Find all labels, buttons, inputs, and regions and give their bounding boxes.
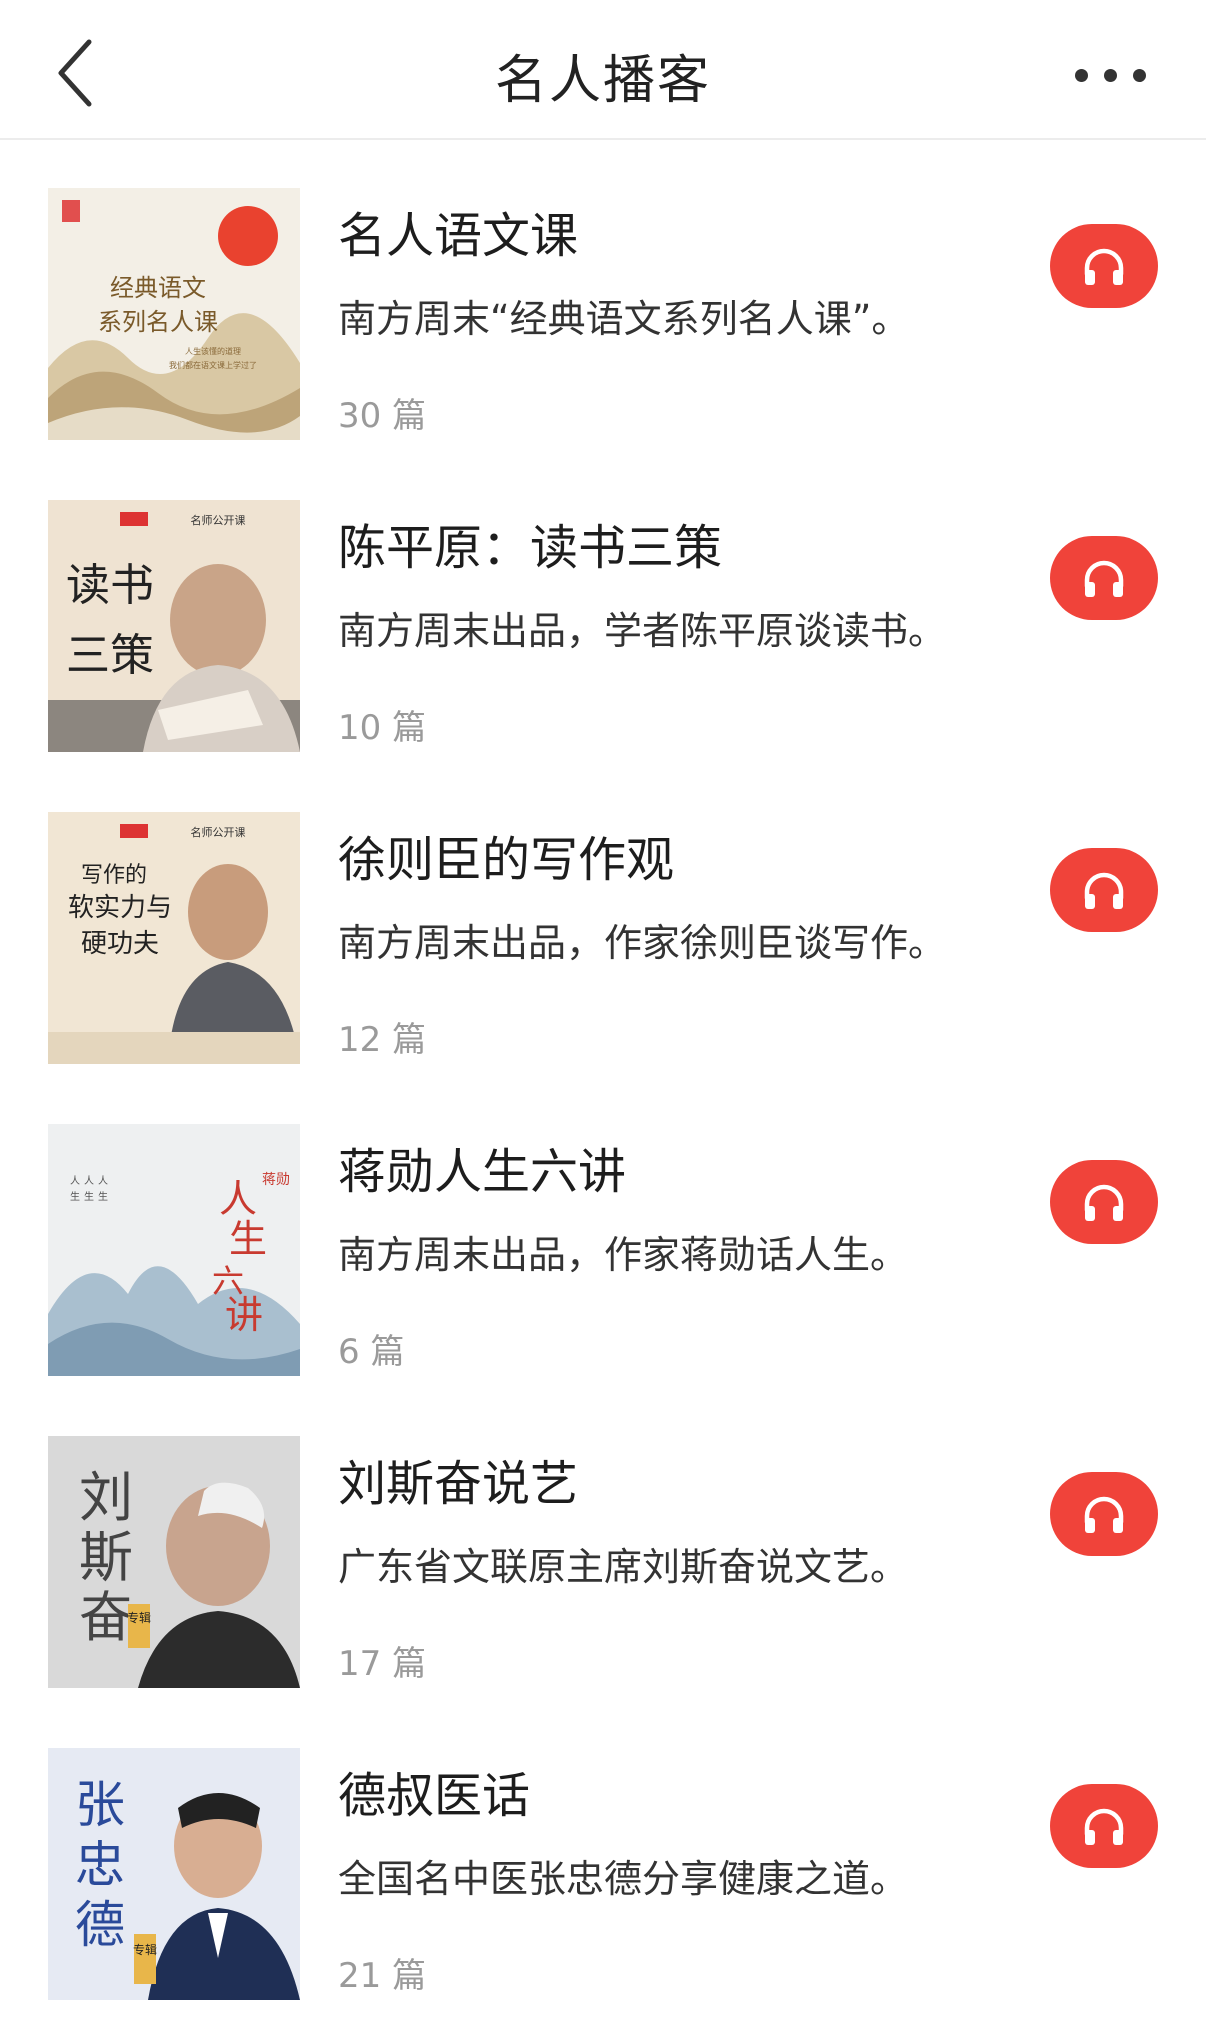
podcast-title[interactable]: 德叔医话 <box>338 1756 530 1826</box>
listen-button[interactable] <box>1050 536 1158 620</box>
podcast-episode-count: 30 篇 <box>338 396 427 436</box>
podcast-description: 全国名中医张忠德分享健康之道。 <box>338 1857 909 1901</box>
headphones-icon <box>1084 1808 1124 1845</box>
cover-title-line: 刘 <box>79 1466 133 1529</box>
podcast-cover-image[interactable]: 人人人 生生生 人 生 六 讲 蒋勋 <box>48 1124 300 1376</box>
cover-tag: 蒋勋 <box>262 1172 290 1188</box>
cover-title-line: 张 <box>75 1776 125 1834</box>
svg-text:人: 人 <box>84 1175 94 1187</box>
podcast-episode-count: 10 篇 <box>338 708 427 748</box>
headphones-icon <box>1084 1496 1124 1533</box>
podcast-description: 南方周末“经典语文系列名人课”。 <box>338 297 910 341</box>
cover-title-line: 系列名人课 <box>98 308 218 336</box>
podcast-cover-image[interactable]: 刘 斯 奋 专辑 <box>48 1436 300 1688</box>
podcast-title[interactable]: 陈平原：读书三策 <box>338 508 722 578</box>
podcast-title[interactable]: 徐则臣的写作观 <box>338 820 674 890</box>
cover-title-line: 奋 <box>79 1586 133 1649</box>
svg-text:生: 生 <box>98 1190 108 1203</box>
svg-text:人: 人 <box>70 1175 80 1187</box>
cover-tag: 名师公开课 <box>191 825 246 839</box>
cover-title-line: 读书 <box>66 560 154 611</box>
podcast-cover-image[interactable]: 名师公开课 写作的 软实力与 硬功夫 <box>48 812 300 1064</box>
podcast-item[interactable]: 名师公开课 读书 三策 陈平原：读书三策 南方周末出品，学者陈平原谈读书。 10… <box>0 452 1206 764</box>
podcast-item[interactable]: 名师公开课 写作的 软实力与 硬功夫 徐则臣的写作观 南方周末出品，作家徐则臣谈… <box>0 764 1206 1076</box>
cover-subtitle-line: 人生该懂的道理 <box>185 346 241 356</box>
listen-button[interactable] <box>1050 1784 1158 1868</box>
podcast-title[interactable]: 刘斯奋说艺 <box>338 1444 578 1514</box>
headphones-icon <box>1084 1184 1124 1221</box>
podcast-description: 南方周末出品，学者陈平原谈读书。 <box>338 609 947 653</box>
headphones-icon <box>1084 560 1124 597</box>
listen-button[interactable] <box>1050 224 1158 308</box>
listen-button[interactable] <box>1050 848 1158 932</box>
cover-title-line: 生 <box>229 1217 267 1261</box>
headphones-icon <box>1084 248 1124 285</box>
podcast-item[interactable]: 刘 斯 奋 专辑 刘斯奋说艺 广东省文联原主席刘斯奋说文艺。 17 篇 <box>0 1388 1206 1700</box>
cover-title-line: 忠 <box>75 1836 125 1894</box>
podcast-episode-count: 17 篇 <box>338 1644 427 1684</box>
podcast-title[interactable]: 名人语文课 <box>338 196 578 266</box>
podcast-description: 南方周末出品，作家徐则臣谈写作。 <box>338 921 947 965</box>
headphones-icon <box>1084 872 1124 909</box>
cover-tag: 专辑 <box>127 1610 151 1625</box>
cover-title-line: 人 <box>219 1177 257 1221</box>
cover-title-line: 写作的 <box>81 863 147 888</box>
more-horizontal-icon <box>1074 68 1088 82</box>
navigation-bar: 名人播客 <box>0 0 1206 140</box>
podcast-list: 经典语文 系列名人课 人生该懂的道理 我们都在语文课上学过了 名人语文课 南方周… <box>0 140 1206 2012</box>
podcast-description: 南方周末出品，作家蒋勋话人生。 <box>338 1233 909 1277</box>
more-button[interactable] <box>1050 50 1170 100</box>
cover-title-line: 斯 <box>79 1526 133 1589</box>
podcast-item[interactable]: 张 忠 德 专辑 德叔医话 全国名中医张忠德分享健康之道。 21 篇 <box>0 1700 1206 2012</box>
cover-tag: 专辑 <box>133 1942 157 1957</box>
podcast-cover-image[interactable]: 张 忠 德 专辑 <box>48 1748 300 2000</box>
cover-tag: 名师公开课 <box>191 513 246 527</box>
listen-button[interactable] <box>1050 1472 1158 1556</box>
listen-button[interactable] <box>1050 1160 1158 1244</box>
podcast-title[interactable]: 蒋勋人生六讲 <box>338 1132 626 1202</box>
cover-title-line: 讲 <box>225 1293 263 1337</box>
cover-title-line: 硬功夫 <box>81 929 159 959</box>
svg-text:生: 生 <box>84 1190 94 1203</box>
page-title: 名人播客 <box>494 51 711 111</box>
cover-subtitle-line: 我们都在语文课上学过了 <box>169 360 257 370</box>
cover-title-line: 经典语文 <box>110 274 206 302</box>
podcast-cover-image[interactable]: 名师公开课 读书 三策 <box>48 500 300 752</box>
svg-text:人: 人 <box>98 1175 108 1187</box>
podcast-episode-count: 6 篇 <box>338 1332 405 1372</box>
cover-title-line: 德 <box>75 1896 125 1954</box>
podcast-episode-count: 12 篇 <box>338 1020 427 1060</box>
podcast-episode-count: 21 篇 <box>338 1956 427 1996</box>
podcast-item[interactable]: 经典语文 系列名人课 人生该懂的道理 我们都在语文课上学过了 名人语文课 南方周… <box>0 140 1206 452</box>
cover-title-line: 三策 <box>66 630 154 681</box>
podcast-item[interactable]: 人人人 生生生 人 生 六 讲 蒋勋 蒋勋人生六讲 南方周末出品，作家蒋勋话人生… <box>0 1076 1206 1388</box>
svg-text:生: 生 <box>70 1190 80 1203</box>
cover-title-line: 软实力与 <box>68 893 172 923</box>
podcast-cover-image[interactable]: 经典语文 系列名人课 人生该懂的道理 我们都在语文课上学过了 <box>48 188 300 440</box>
podcast-description: 广东省文联原主席刘斯奋说文艺。 <box>338 1545 909 1589</box>
